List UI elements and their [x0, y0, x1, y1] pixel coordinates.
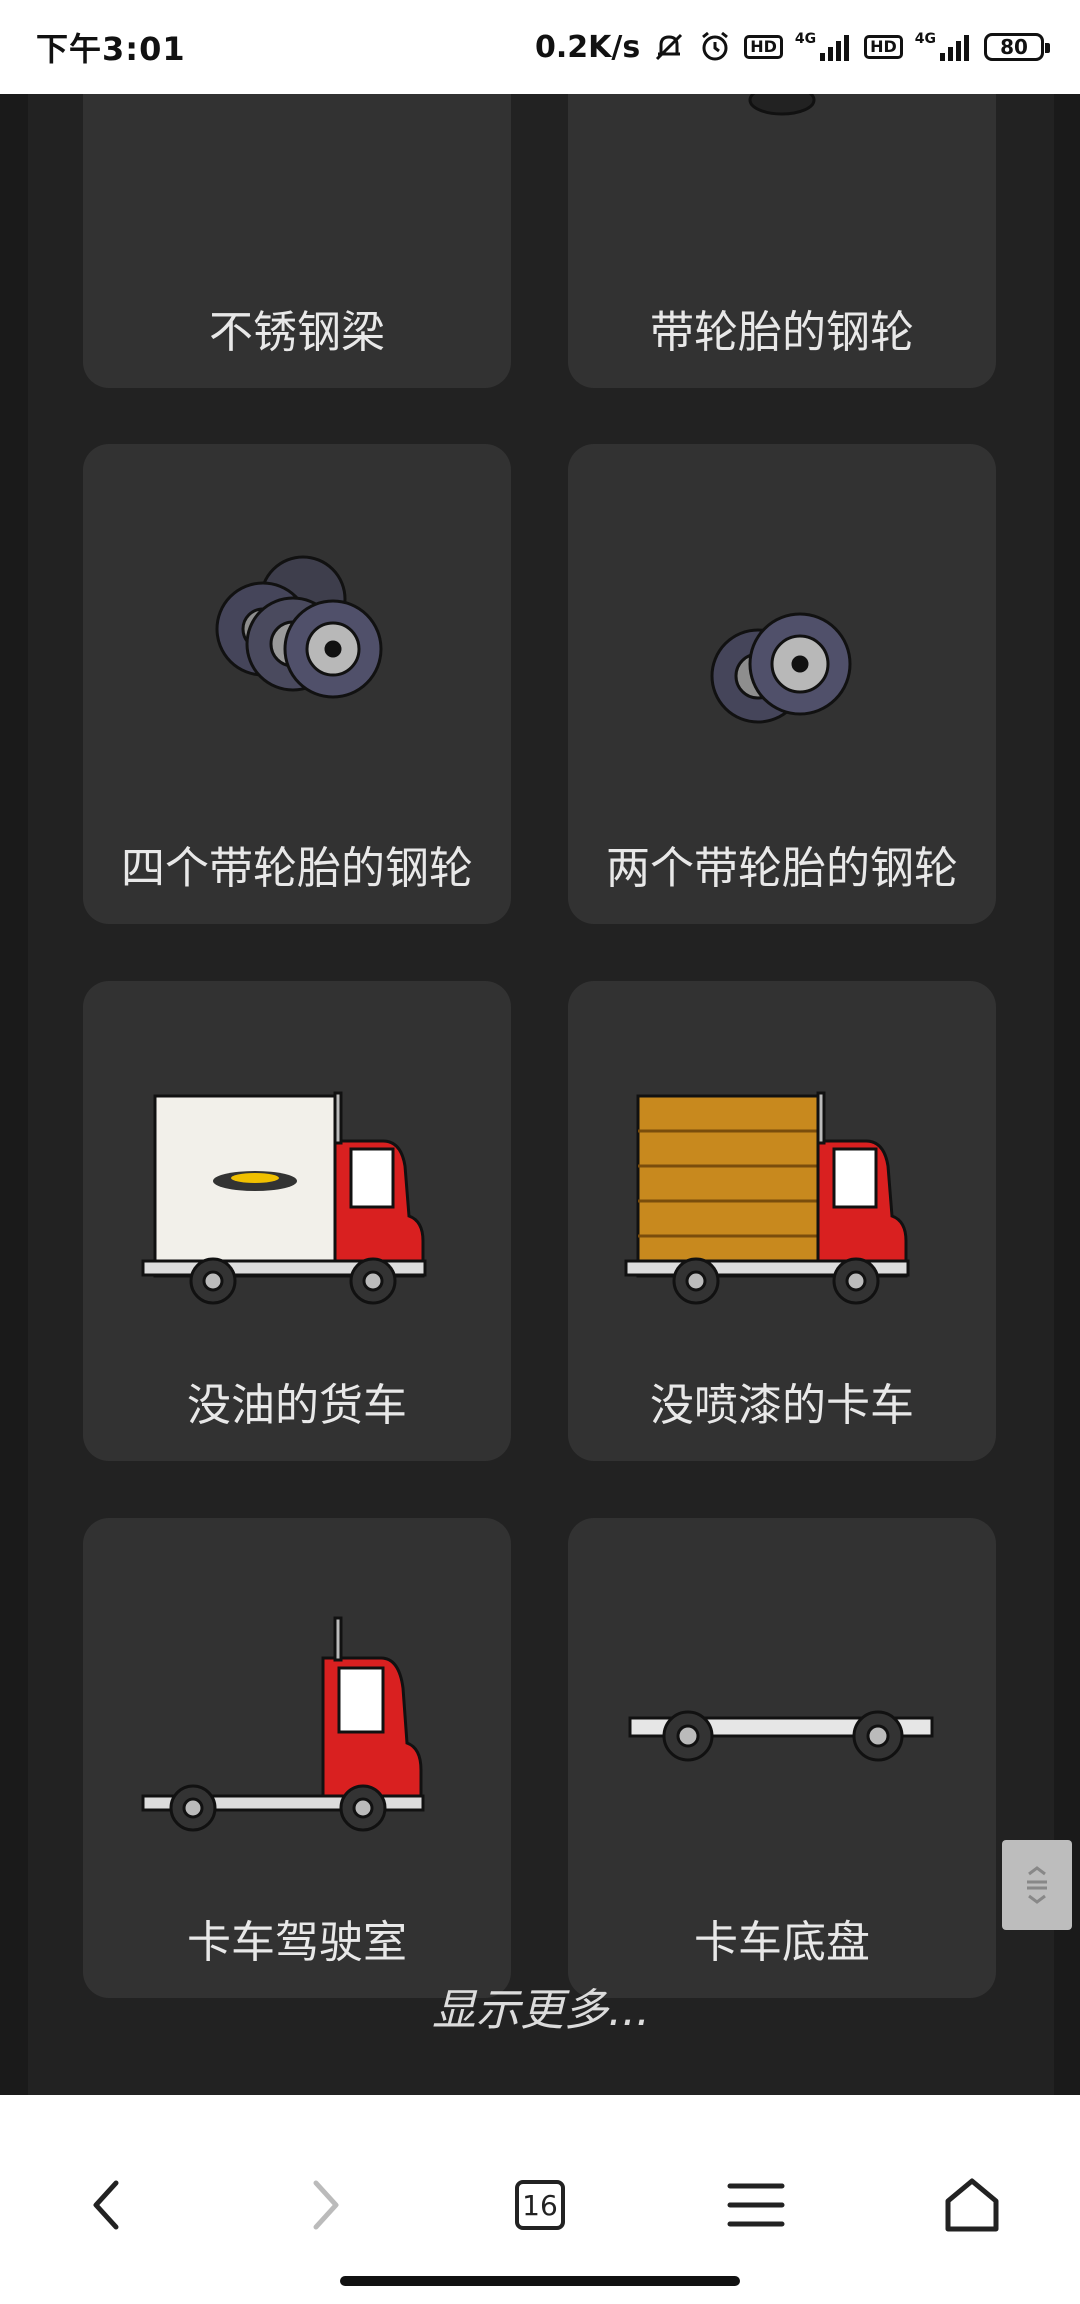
- scroll-handle-icon: [1027, 1866, 1047, 1904]
- forward-button[interactable]: [286, 2165, 366, 2245]
- signal-icon-2: [940, 35, 969, 61]
- item-label: 不锈钢梁: [209, 307, 385, 358]
- alarm-icon: [702, 31, 729, 61]
- unpainted-truck-icon: [624, 1091, 910, 1305]
- item-label: 带轮胎的钢轮: [650, 307, 914, 358]
- status-bar: 下午3:01 0.2K/s HD 4G HD 4G 80: [0, 0, 1080, 94]
- browser-bottom-bar: 16: [0, 2095, 1080, 2304]
- hd-badge-2: HD: [864, 35, 903, 59]
- tab-count: 16: [515, 2180, 565, 2230]
- item-card[interactable]: 卡车驾驶室: [83, 1518, 511, 1998]
- item-label: 四个带轮胎的钢轮: [121, 843, 473, 894]
- empty-fuel-truck-icon: [141, 1091, 427, 1305]
- tabs-button[interactable]: 16: [500, 2165, 580, 2245]
- home-icon: [945, 2178, 999, 2232]
- home-indicator[interactable]: [340, 2276, 740, 2286]
- net-speed: 0.2K/s: [534, 29, 641, 65]
- show-more-link[interactable]: 显示更多...: [28, 1974, 1054, 2038]
- network-label-2: 4G: [914, 31, 936, 47]
- chevron-left-icon: [93, 2180, 119, 2230]
- item-grid: 不锈钢梁 带轮胎的钢轮 四个带轮胎的钢轮 两个带轮胎的钢轮 没油的货车 没喷漆的…: [28, 94, 1054, 2095]
- menu-button[interactable]: [716, 2165, 796, 2245]
- item-card[interactable]: 不锈钢梁: [83, 94, 511, 388]
- signal-group-2: 4G: [914, 31, 972, 61]
- hamburger-menu-icon: [727, 2183, 785, 2227]
- item-card[interactable]: 卡车底盘: [568, 1518, 996, 1998]
- item-label: 没油的货车: [187, 1380, 407, 1431]
- battery-level: 80: [1000, 35, 1028, 59]
- four-wheels-icon: [215, 555, 383, 699]
- two-wheels-icon: [710, 612, 852, 724]
- steel-wheel-icon: [748, 94, 816, 116]
- item-card[interactable]: 带轮胎的钢轮: [568, 94, 996, 388]
- scroll-to-top-handle[interactable]: [1002, 1840, 1072, 1930]
- truck-chassis-icon: [628, 1710, 934, 1762]
- truck-cab-icon: [141, 1616, 425, 1832]
- item-card[interactable]: 没喷漆的卡车: [568, 981, 996, 1461]
- hd-badge: HD: [744, 35, 783, 59]
- network-label: 4G: [794, 31, 817, 47]
- item-card[interactable]: 两个带轮胎的钢轮: [568, 444, 996, 924]
- bell-muted-icon: [656, 33, 683, 61]
- signal-icon: [820, 35, 850, 61]
- status-icons: 0.2K/s HD 4G HD 4G 80: [534, 29, 1050, 65]
- item-label: 卡车底盘: [694, 1917, 870, 1968]
- home-button[interactable]: [932, 2165, 1012, 2245]
- item-card[interactable]: 四个带轮胎的钢轮: [83, 444, 511, 924]
- status-time: 下午3:01: [36, 30, 186, 68]
- item-label: 卡车驾驶室: [187, 1917, 407, 1968]
- battery-icon: 80: [984, 33, 1050, 61]
- back-button[interactable]: [66, 2165, 146, 2245]
- signal-group-1: 4G: [794, 31, 852, 61]
- item-card[interactable]: 没油的货车: [83, 981, 511, 1461]
- item-label: 没喷漆的卡车: [650, 1380, 914, 1431]
- item-label: 两个带轮胎的钢轮: [606, 843, 958, 894]
- chevron-right-icon: [313, 2180, 339, 2230]
